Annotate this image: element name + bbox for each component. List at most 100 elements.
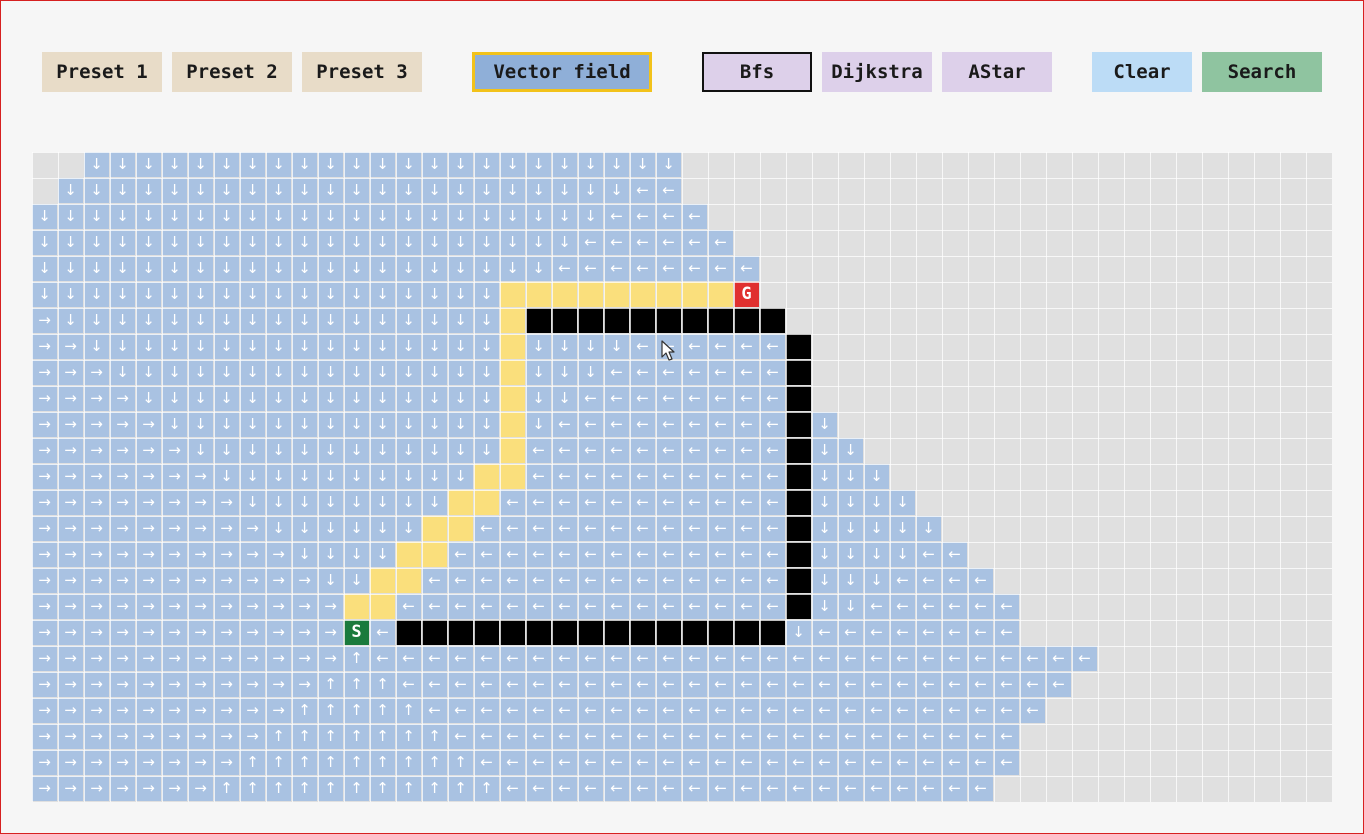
arrow-down-icon[interactable]: ↓ [864, 464, 889, 489]
arrow-right-icon[interactable]: → [162, 672, 187, 697]
arrow-left-icon[interactable]: ← [656, 360, 681, 385]
arrow-down-icon[interactable]: ↓ [32, 282, 57, 307]
arrow-left-icon[interactable]: ← [812, 672, 837, 697]
arrow-right-icon[interactable]: → [58, 542, 83, 567]
arrow-left-icon[interactable]: ← [890, 750, 915, 775]
arrow-right-icon[interactable]: → [136, 412, 161, 437]
arrow-left-icon[interactable]: ← [526, 776, 551, 801]
arrow-down-icon[interactable]: ↓ [448, 386, 473, 411]
arrow-right-icon[interactable]: → [32, 334, 57, 359]
arrow-down-icon[interactable]: ↓ [188, 412, 213, 437]
arrow-right-icon[interactable]: → [292, 672, 317, 697]
arrow-down-icon[interactable]: ↓ [474, 386, 499, 411]
arrow-right-icon[interactable]: → [110, 646, 135, 671]
arrow-right-icon[interactable]: → [136, 724, 161, 749]
path-cell[interactable] [682, 282, 707, 307]
wall-cell[interactable] [760, 620, 785, 645]
arrow-down-icon[interactable]: ↓ [474, 152, 499, 177]
path-cell[interactable] [500, 386, 525, 411]
arrow-left-icon[interactable]: ← [630, 386, 655, 411]
arrow-left-icon[interactable]: ← [526, 542, 551, 567]
arrow-right-icon[interactable]: → [240, 594, 265, 619]
arrow-left-icon[interactable]: ← [552, 724, 577, 749]
arrow-down-icon[interactable]: ↓ [110, 152, 135, 177]
arrow-right-icon[interactable]: → [240, 672, 265, 697]
arrow-down-icon[interactable]: ↓ [188, 230, 213, 255]
arrow-left-icon[interactable]: ← [994, 594, 1019, 619]
arrow-left-icon[interactable]: ← [734, 438, 759, 463]
arrow-left-icon[interactable]: ← [500, 542, 525, 567]
arrow-left-icon[interactable]: ← [630, 360, 655, 385]
arrow-left-icon[interactable]: ← [656, 334, 681, 359]
arrow-left-icon[interactable]: ← [630, 672, 655, 697]
arrow-down-icon[interactable]: ↓ [344, 438, 369, 463]
arrow-up-icon[interactable]: ↑ [396, 776, 421, 801]
arrow-left-icon[interactable]: ← [630, 334, 655, 359]
arrow-right-icon[interactable]: → [32, 438, 57, 463]
path-cell[interactable] [604, 282, 629, 307]
arrow-up-icon[interactable]: ↑ [266, 724, 291, 749]
arrow-left-icon[interactable]: ← [604, 490, 629, 515]
arrow-left-icon[interactable]: ← [630, 230, 655, 255]
arrow-down-icon[interactable]: ↓ [474, 178, 499, 203]
arrow-right-icon[interactable]: → [162, 516, 187, 541]
path-cell[interactable] [396, 568, 421, 593]
arrow-down-icon[interactable]: ↓ [292, 490, 317, 515]
arrow-right-icon[interactable]: → [162, 724, 187, 749]
arrow-left-icon[interactable]: ← [578, 516, 603, 541]
arrow-right-icon[interactable]: → [32, 464, 57, 489]
arrow-down-icon[interactable]: ↓ [214, 386, 239, 411]
arrow-left-icon[interactable]: ← [552, 438, 577, 463]
arrow-down-icon[interactable]: ↓ [136, 282, 161, 307]
arrow-down-icon[interactable]: ↓ [448, 334, 473, 359]
arrow-down-icon[interactable]: ↓ [84, 230, 109, 255]
preset-2-button[interactable]: Preset 2 [172, 52, 292, 92]
arrow-left-icon[interactable]: ← [786, 646, 811, 671]
arrow-left-icon[interactable]: ← [786, 672, 811, 697]
arrow-left-icon[interactable]: ← [708, 360, 733, 385]
arrow-left-icon[interactable]: ← [916, 568, 941, 593]
arrow-left-icon[interactable]: ← [682, 464, 707, 489]
arrow-left-icon[interactable]: ← [942, 724, 967, 749]
arrow-right-icon[interactable]: → [266, 568, 291, 593]
arrow-right-icon[interactable]: → [188, 516, 213, 541]
arrow-down-icon[interactable]: ↓ [578, 360, 603, 385]
arrow-down-icon[interactable]: ↓ [370, 360, 395, 385]
arrow-down-icon[interactable]: ↓ [162, 360, 187, 385]
arrow-left-icon[interactable]: ← [734, 750, 759, 775]
arrow-left-icon[interactable]: ← [994, 750, 1019, 775]
path-cell[interactable] [344, 594, 369, 619]
arrow-down-icon[interactable]: ↓ [578, 334, 603, 359]
arrow-down-icon[interactable]: ↓ [396, 386, 421, 411]
arrow-right-icon[interactable]: → [136, 568, 161, 593]
arrow-down-icon[interactable]: ↓ [58, 256, 83, 281]
arrow-down-icon[interactable]: ↓ [448, 412, 473, 437]
arrow-down-icon[interactable]: ↓ [84, 282, 109, 307]
arrow-down-icon[interactable]: ↓ [344, 360, 369, 385]
arrow-left-icon[interactable]: ← [604, 386, 629, 411]
arrow-up-icon[interactable]: ↑ [344, 750, 369, 775]
arrow-left-icon[interactable]: ← [760, 672, 785, 697]
arrow-right-icon[interactable]: → [240, 542, 265, 567]
arrow-left-icon[interactable]: ← [552, 568, 577, 593]
arrow-down-icon[interactable]: ↓ [422, 334, 447, 359]
arrow-right-icon[interactable]: → [110, 672, 135, 697]
arrow-right-icon[interactable]: → [84, 620, 109, 645]
wall-cell[interactable] [396, 620, 421, 645]
arrow-down-icon[interactable]: ↓ [838, 516, 863, 541]
arrow-down-icon[interactable]: ↓ [812, 464, 837, 489]
arrow-down-icon[interactable]: ↓ [214, 412, 239, 437]
wall-cell[interactable] [786, 334, 811, 359]
arrow-right-icon[interactable]: → [188, 594, 213, 619]
wall-cell[interactable] [734, 620, 759, 645]
arrow-left-icon[interactable]: ← [1020, 672, 1045, 697]
wall-cell[interactable] [786, 594, 811, 619]
arrow-down-icon[interactable]: ↓ [370, 490, 395, 515]
arrow-left-icon[interactable]: ← [682, 698, 707, 723]
arrow-up-icon[interactable]: ↑ [292, 698, 317, 723]
arrow-right-icon[interactable]: → [32, 646, 57, 671]
arrow-left-icon[interactable]: ← [734, 776, 759, 801]
arrow-down-icon[interactable]: ↓ [240, 490, 265, 515]
arrow-down-icon[interactable]: ↓ [396, 490, 421, 515]
arrow-left-icon[interactable]: ← [708, 438, 733, 463]
